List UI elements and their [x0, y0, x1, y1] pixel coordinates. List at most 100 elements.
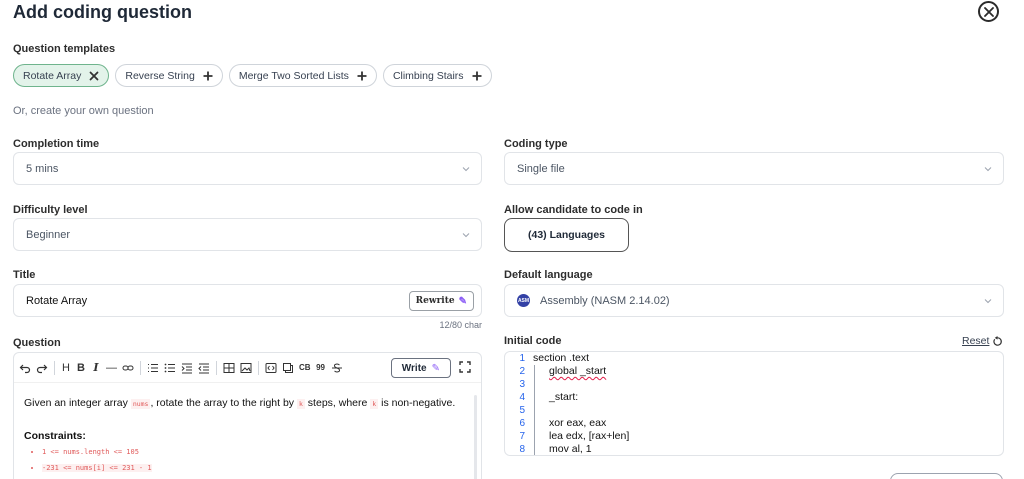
heading-icon[interactable]: H — [61, 360, 71, 376]
expand-icon[interactable] — [459, 361, 471, 373]
rewrite-label: Rewrite — [415, 296, 455, 306]
template-chip-climbing-stairs[interactable]: Climbing Stairs — [382, 64, 492, 87]
allow-languages-label: Allow candidate to code in — [504, 204, 643, 216]
link-icon[interactable] — [122, 360, 134, 376]
title-input[interactable]: Rotate Array Rewrite ✎ — [13, 284, 482, 317]
reset-label: Reset — [962, 335, 990, 347]
languages-button[interactable]: (43) Languages — [504, 218, 629, 252]
horizontal-rule-icon[interactable]: — — [106, 360, 117, 376]
quote-icon[interactable]: 99 — [316, 360, 326, 376]
redo-icon[interactable] — [36, 360, 48, 376]
title-label: Title — [13, 269, 36, 281]
constraint-text: 1 <= nums.length <= 105 — [42, 448, 139, 456]
title-value: Rotate Array — [26, 294, 88, 307]
completion-time-value: 5 mins — [26, 162, 59, 175]
default-language-select[interactable]: ASM Assembly (NASM 2.14.02) — [504, 284, 1004, 317]
coding-type-select[interactable]: Single file — [504, 152, 1004, 185]
default-language-label: Default language — [504, 269, 593, 281]
template-chips: Rotate Array Reverse String Merge Two So… — [13, 64, 492, 87]
write-label: Write — [401, 362, 427, 374]
magic-wand-icon: ✎ — [458, 295, 467, 307]
completion-time-select[interactable]: 5 mins — [13, 152, 482, 185]
toolbar-divider — [54, 360, 55, 375]
italic-icon[interactable]: I — [91, 360, 101, 376]
copy-icon[interactable] — [282, 360, 294, 376]
ordered-list-icon[interactable] — [147, 360, 159, 376]
indent-icon[interactable] — [181, 360, 193, 376]
question-text: is non-negative. — [378, 397, 456, 409]
inline-code: k — [296, 399, 305, 409]
constraints-heading: Constraints: — [24, 430, 86, 442]
difficulty-label: Difficulty level — [13, 204, 88, 216]
plus-icon[interactable] — [472, 71, 482, 81]
code-block-icon[interactable]: CB — [299, 360, 311, 376]
default-language-value: Assembly (NASM 2.14.02) — [540, 294, 670, 307]
title-char-counter: 12/80 char — [439, 320, 482, 330]
indent-guide — [534, 365, 535, 455]
plus-icon[interactable] — [357, 71, 367, 81]
toolbar-divider — [140, 360, 141, 375]
plus-icon[interactable] — [203, 71, 213, 81]
chip-label: Merge Two Sorted Lists — [238, 69, 349, 82]
template-chip-reverse-string[interactable]: Reverse String — [115, 64, 223, 87]
code-text: mov al, 1 — [549, 443, 592, 455]
footer-button[interactable] — [890, 473, 1003, 479]
question-content[interactable]: Given an integer array nums, rotate the … — [14, 383, 481, 479]
bullet-list-icon[interactable] — [164, 360, 176, 376]
initial-code-label: Initial code — [504, 335, 562, 347]
code-line: 8 mov al, 1 — [505, 443, 1003, 455]
template-chip-rotate-array[interactable]: Rotate Array — [13, 64, 110, 87]
undo-icon[interactable] — [19, 360, 31, 376]
chip-label: Rotate Array — [23, 69, 82, 82]
close-icon — [983, 6, 994, 17]
rewrite-button[interactable]: Rewrite ✎ — [408, 291, 474, 311]
reset-button[interactable]: Reset — [962, 335, 1003, 347]
difficulty-select[interactable]: Beginner — [13, 218, 482, 251]
chevron-down-icon — [984, 299, 992, 304]
templates-label: Question templates — [13, 43, 116, 55]
code-icon[interactable] — [265, 360, 277, 376]
code-text: section .text — [533, 352, 590, 364]
code-text: xor eax, eax — [549, 417, 607, 429]
line-number: 7 — [519, 431, 525, 442]
code-line: 1 section .text — [505, 352, 1003, 365]
code-text: _start: — [549, 391, 579, 403]
editor-scrollbar[interactable] — [474, 395, 477, 479]
chip-label: Reverse String — [125, 69, 195, 82]
list-item: -231 <= nums[i] <= 231 - 1 — [42, 464, 471, 472]
question-text: , rotate the array to the right by — [150, 397, 297, 409]
coding-type-label: Coding type — [504, 138, 568, 150]
inline-code: nums — [130, 399, 151, 409]
completion-time-label: Completion time — [13, 138, 100, 150]
line-number: 3 — [519, 379, 525, 390]
line-number: 2 — [519, 366, 525, 377]
bold-icon[interactable]: B — [76, 360, 86, 376]
editor-toolbar: H B I — CB 99 Write ✎ — [14, 353, 481, 383]
template-chip-merge-two-sorted-lists[interactable]: Merge Two Sorted Lists — [228, 64, 377, 87]
write-button[interactable]: Write ✎ — [390, 358, 451, 378]
question-paragraph: Given an integer array nums, rotate the … — [24, 395, 471, 412]
question-editor[interactable]: H B I — CB 99 Write ✎ Given an integer a… — [13, 352, 482, 479]
outdent-icon[interactable] — [198, 360, 210, 376]
initial-code-editor[interactable]: 1 section .text 2 global _start 3 4 _start:… — [504, 351, 1004, 456]
list-item: 1 <= nums.length <= 105 — [42, 448, 471, 456]
chip-label: Climbing Stairs — [392, 69, 464, 82]
code-line: 3 — [505, 378, 1003, 391]
custom-question-hint: Or, create your own question — [13, 105, 154, 117]
close-icon[interactable] — [89, 71, 99, 81]
line-number: 6 — [519, 418, 525, 429]
close-button[interactable] — [978, 1, 999, 22]
magic-wand-icon: ✎ — [431, 362, 440, 374]
chevron-down-icon — [462, 167, 470, 172]
code-line: 6 xor eax, eax — [505, 417, 1003, 430]
image-icon[interactable] — [240, 360, 252, 376]
code-line: 7 lea edx, [rax+len] — [505, 430, 1003, 443]
table-icon[interactable] — [223, 360, 235, 376]
strikethrough-icon[interactable] — [331, 360, 343, 376]
code-text: lea edx, [rax+len] — [549, 430, 630, 442]
line-number: 1 — [519, 353, 525, 364]
line-number: 4 — [519, 392, 525, 403]
code-line: 2 global _start — [505, 365, 1003, 378]
chevron-down-icon — [462, 233, 470, 238]
